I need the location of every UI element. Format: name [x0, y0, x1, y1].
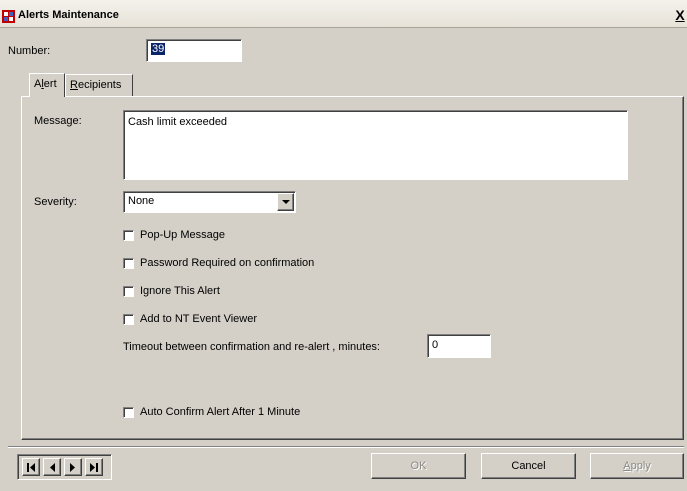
next-record-icon	[70, 463, 75, 472]
checkbox-box[interactable]	[123, 257, 134, 269]
close-icon[interactable]: X	[674, 7, 686, 23]
severity-dropdown-button[interactable]	[277, 193, 294, 211]
window-title: Alerts Maintenance	[18, 9, 119, 21]
number-field[interactable]: 39	[146, 39, 242, 62]
checkbox-box[interactable]	[123, 313, 134, 325]
severity-value: None	[128, 195, 155, 207]
previous-record-button[interactable]	[43, 458, 61, 476]
ignore-alert-label: Ignore This Alert	[140, 285, 220, 298]
tab-recipients[interactable]: Recipients	[65, 74, 133, 96]
tab-recipients-label-accel: R	[70, 79, 78, 91]
first-record-button[interactable]	[22, 458, 40, 476]
number-value: 39	[151, 43, 166, 55]
severity-select[interactable]: None	[123, 191, 296, 213]
previous-record-icon	[50, 463, 55, 472]
password-required-checkbox[interactable]: Password Required on confirmation	[123, 257, 314, 271]
timeout-value: 0	[432, 339, 439, 351]
apply-label-accel: A	[623, 460, 631, 472]
chevron-down-icon	[282, 200, 290, 204]
timeout-label: Timeout between confirmation and re-aler…	[123, 341, 380, 353]
title-bar[interactable]: Alerts Maintenance X	[0, 0, 687, 28]
timeout-field[interactable]: 0	[427, 334, 491, 358]
apply-button[interactable]: Apply	[590, 453, 684, 479]
tab-alert[interactable]: Alert	[29, 73, 65, 97]
checkbox-box[interactable]	[123, 406, 134, 418]
checkbox-box[interactable]	[123, 229, 134, 241]
password-required-label: Password Required on confirmation	[140, 257, 315, 270]
ok-button[interactable]: OK	[371, 453, 466, 479]
next-record-button[interactable]	[64, 458, 82, 476]
footer-separator	[8, 446, 684, 448]
nt-event-viewer-checkbox[interactable]: Add to NT Event Viewer	[123, 313, 257, 327]
number-label: Number:	[8, 45, 51, 57]
apply-label-rest: pply	[630, 460, 651, 472]
nt-event-viewer-label: Add to NT Event Viewer	[140, 313, 257, 326]
severity-label: Severity:	[34, 196, 77, 208]
checkbox-box[interactable]	[123, 285, 134, 297]
popup-message-label: Pop-Up Message	[140, 229, 225, 242]
tab-alert-label-rest: ert	[43, 78, 57, 90]
first-record-icon	[27, 463, 35, 472]
cancel-button[interactable]: Cancel	[481, 453, 576, 479]
auto-confirm-checkbox[interactable]: Auto Confirm Alert After 1 Minute	[123, 406, 300, 420]
app-icon	[2, 10, 15, 23]
last-record-icon	[90, 463, 98, 472]
message-label: Message:	[34, 115, 82, 127]
ignore-alert-checkbox[interactable]: Ignore This Alert	[123, 285, 220, 299]
message-textarea[interactable]: Cash limit exceeded	[123, 110, 628, 180]
tab-recipients-label-rest: ecipients	[77, 79, 122, 91]
record-navigator	[17, 454, 112, 480]
last-record-button[interactable]	[85, 458, 103, 476]
message-value: Cash limit exceeded	[128, 116, 228, 128]
popup-message-checkbox[interactable]: Pop-Up Message	[123, 229, 225, 243]
auto-confirm-label: Auto Confirm Alert After 1 Minute	[140, 406, 301, 419]
